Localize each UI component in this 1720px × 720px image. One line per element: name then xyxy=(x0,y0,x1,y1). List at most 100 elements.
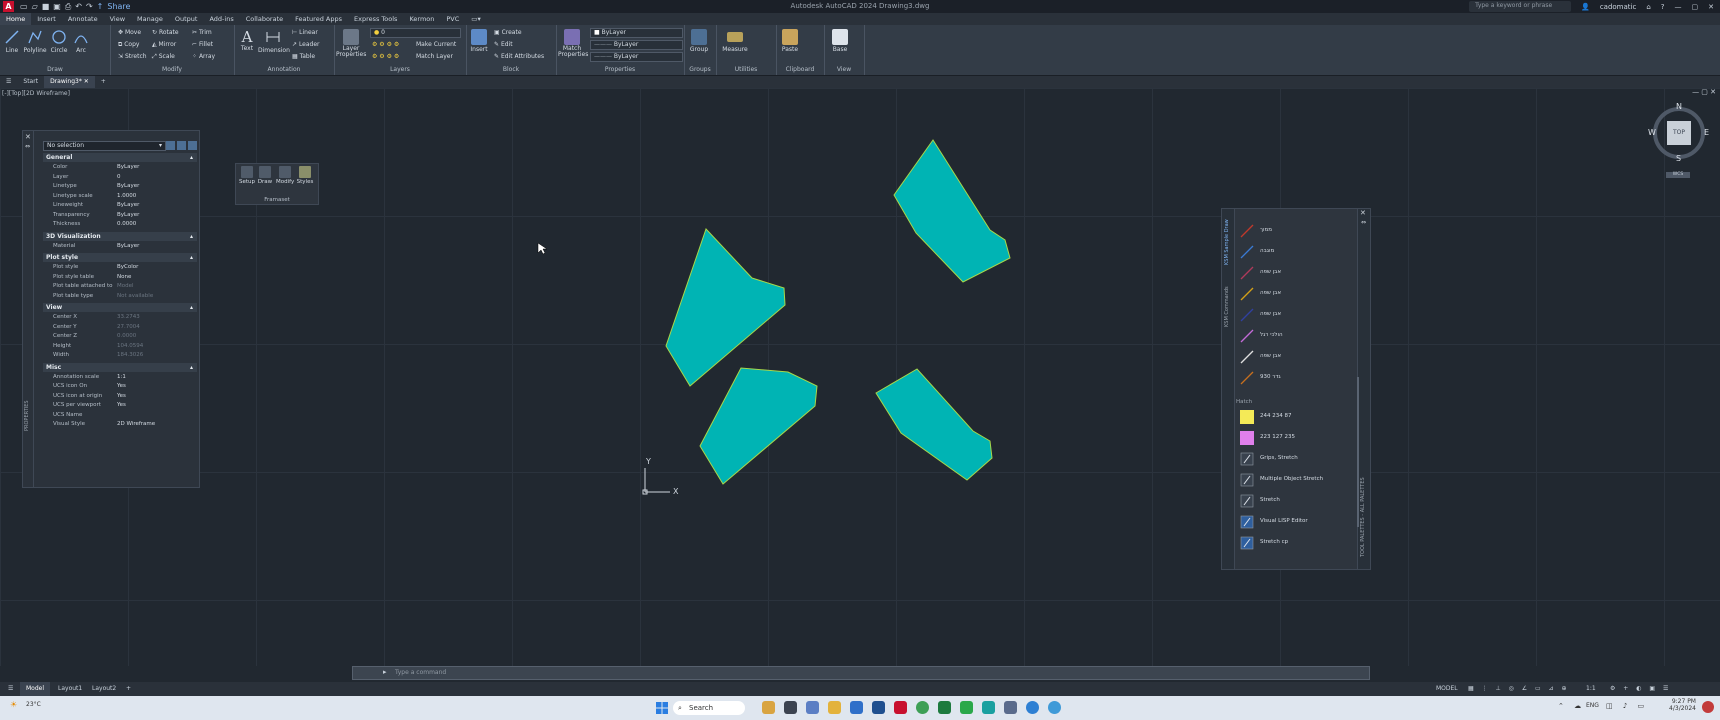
layout-tab-model[interactable]: Model xyxy=(20,682,51,696)
prop-value[interactable]: ByLayer xyxy=(117,211,139,220)
prop-value[interactable]: 0.0000 xyxy=(117,332,136,341)
taskbar-app-teams-icon[interactable] xyxy=(806,701,819,714)
prop-row-plot-style[interactable]: Plot style ByColor xyxy=(43,263,197,272)
prop-row-thickness[interactable]: Thickness 0.0000 xyxy=(43,220,197,229)
palette-tool-line-1[interactable]: ממוך xyxy=(1236,223,1356,239)
prop-value[interactable]: Not available xyxy=(117,292,153,301)
prop-value[interactable]: 184.3026 xyxy=(117,351,143,360)
prop-value[interactable]: Model xyxy=(117,282,134,291)
help-search-input[interactable]: Type a keyword or phrase xyxy=(1469,1,1572,12)
edit-attributes-tool[interactable]: ✎ Edit Attributes xyxy=(494,53,544,60)
taskbar-app-edge-icon[interactable] xyxy=(1026,701,1039,714)
palette-tool-line-3[interactable]: אבן שפה xyxy=(1236,265,1356,281)
tool-palette-autohide-icon[interactable]: ⇔ xyxy=(1361,219,1366,226)
polyline-tool[interactable]: Polyline xyxy=(22,29,48,54)
prop-value[interactable]: ByColor xyxy=(117,263,138,272)
layout-tab-layout2[interactable]: Layout2 xyxy=(86,682,122,696)
palette-tool-line-5[interactable]: אבן שפה xyxy=(1236,307,1356,323)
utilities-group-label[interactable]: Utilities xyxy=(716,66,776,73)
app-menu-icon[interactable]: ☰ xyxy=(0,76,17,88)
scale-tool[interactable]: ⤢ Scale xyxy=(152,53,175,61)
palette-tool-line-4[interactable]: אבן שפה xyxy=(1236,286,1356,302)
insert-tool[interactable]: Insert xyxy=(468,29,490,53)
ribbon-tab-collaborate[interactable]: Collaborate xyxy=(240,13,289,25)
taskbar-app-excel-icon[interactable] xyxy=(938,701,951,714)
annotation-scale[interactable]: 1:1 xyxy=(1580,682,1602,696)
draw-group-label[interactable]: Draw xyxy=(0,66,110,73)
linetype-dropdown[interactable]: ——— ByLayer xyxy=(590,40,683,50)
prop-value[interactable]: ByLayer xyxy=(117,201,139,210)
layout-menu-icon[interactable]: ☰ xyxy=(2,682,19,696)
prop-row-material[interactable]: Material ByLayer xyxy=(43,242,197,251)
prop-value[interactable]: Yes xyxy=(117,392,126,401)
view-group-label[interactable]: View xyxy=(824,66,864,73)
prop-value[interactable]: 0 xyxy=(117,173,121,182)
add-layout-icon[interactable]: + xyxy=(120,682,137,696)
file-tab-start[interactable]: Start xyxy=(17,76,44,88)
text-tool[interactable]: A Text xyxy=(238,29,256,52)
lineweight-dropdown[interactable]: ——— ByLayer xyxy=(590,52,683,62)
make-current-tool[interactable]: Make Current xyxy=(416,41,456,48)
help-icon[interactable]: ? xyxy=(1661,3,1665,11)
prop-row-ucs-per-viewport[interactable]: UCS per viewport Yes xyxy=(43,401,197,410)
properties-group-label[interactable]: Properties xyxy=(556,66,684,73)
base-tool[interactable]: Base xyxy=(828,29,852,53)
arc-tool[interactable]: Arc xyxy=(72,29,90,54)
layer-dropdown[interactable]: ● 0 xyxy=(370,28,461,38)
layer-properties-tool[interactable]: Layer Properties xyxy=(336,29,366,58)
close-palette-icon[interactable]: ✕ xyxy=(25,133,31,141)
prop-row-ucs-name[interactable]: UCS Name xyxy=(43,411,197,420)
color-dropdown[interactable]: ■ ByLayer xyxy=(590,28,683,38)
palette-tool-line-8[interactable]: גדר 930 xyxy=(1236,370,1356,386)
palette-tool-command-5[interactable]: Stretch cp xyxy=(1236,535,1356,551)
palette-tab-ksm-commands[interactable]: KSM Commands xyxy=(1224,286,1230,327)
layer-tools-icons[interactable]: ⚙ ⚙ ⚙ ⚙ xyxy=(372,53,399,60)
command-line[interactable]: ▸ Type a command xyxy=(352,666,1370,680)
annotation-group-label[interactable]: Annotation xyxy=(234,66,334,73)
ribbon-tab-insert[interactable]: Insert xyxy=(31,13,62,25)
groups-group-label[interactable]: Groups xyxy=(684,66,716,73)
prop-value[interactable]: None xyxy=(117,273,131,282)
copy-tool[interactable]: ⧉ Copy xyxy=(118,41,139,49)
prop-value[interactable]: 2D Wireframe xyxy=(117,420,155,429)
prop-value[interactable]: Yes xyxy=(117,401,126,410)
prop-value[interactable]: Yes xyxy=(117,382,126,391)
prop-row-lineweight[interactable]: Lineweight ByLayer xyxy=(43,201,197,210)
compass-north[interactable]: N xyxy=(1676,102,1682,111)
dimension-tool[interactable]: Dimension xyxy=(258,29,290,54)
taskbar-app-explorer-icon[interactable] xyxy=(828,701,841,714)
ribbon-minimize-icon[interactable]: ▭▾ xyxy=(465,13,486,25)
paste-tool[interactable]: Paste xyxy=(778,29,802,53)
maximize-icon[interactable]: ▢ xyxy=(1692,3,1699,11)
palette-tool-line-6[interactable]: הולכי רגל xyxy=(1236,328,1356,344)
prop-value[interactable]: 0.0000 xyxy=(117,220,136,229)
framaset-modify[interactable]: Modify xyxy=(276,166,294,185)
linear-tool[interactable]: ⊢ Linear xyxy=(292,29,318,36)
tray-icons[interactable]: ⌃ ☁ xyxy=(1558,702,1585,710)
wcs-menu[interactable]: WCS xyxy=(1666,172,1690,178)
prop-row-linetype[interactable]: Linetype ByLayer xyxy=(43,182,197,191)
clipboard-group-label[interactable]: Clipboard xyxy=(776,66,824,73)
ribbon-tab-view[interactable]: View xyxy=(104,13,131,25)
modify-group-label[interactable]: Modify xyxy=(110,66,234,73)
prop-value[interactable]: ByLayer xyxy=(117,163,139,172)
prop-row-linetype-scale[interactable]: Linetype scale 1.0000 xyxy=(43,192,197,201)
palette-tool-command-1[interactable]: Grips, Stretch xyxy=(1236,451,1356,467)
ribbon-tab-output[interactable]: Output xyxy=(169,13,204,25)
compass-west[interactable]: W xyxy=(1648,128,1656,137)
prop-category-3d-visualization[interactable]: 3D Visualization ▴ xyxy=(43,231,197,241)
file-tab-drawing[interactable]: Drawing3* ✕ xyxy=(44,76,95,88)
match-properties-tool[interactable]: Match Properties xyxy=(558,29,588,58)
prop-value[interactable]: ByLayer xyxy=(117,242,139,251)
prop-row-ucs-icon-at-origin[interactable]: UCS icon at origin Yes xyxy=(43,392,197,401)
prop-row-visual-style[interactable]: Visual Style 2D Wireframe xyxy=(43,420,197,429)
prop-row-center-y[interactable]: Center Y 27.7004 xyxy=(43,323,197,332)
prop-category-plot-style[interactable]: Plot style ▴ xyxy=(43,253,197,262)
prop-value[interactable]: 33.2743 xyxy=(117,313,140,322)
prop-row-plot-table-type[interactable]: Plot table type Not available xyxy=(43,292,197,301)
command-input[interactable]: Type a command xyxy=(395,669,446,676)
drawn-polygon-1[interactable] xyxy=(893,139,1011,283)
create-block-tool[interactable]: ▣ Create xyxy=(494,29,522,36)
palette-tool-line-7[interactable]: אבן שפה xyxy=(1236,349,1356,365)
edit-block-tool[interactable]: ✎ Edit xyxy=(494,41,513,48)
